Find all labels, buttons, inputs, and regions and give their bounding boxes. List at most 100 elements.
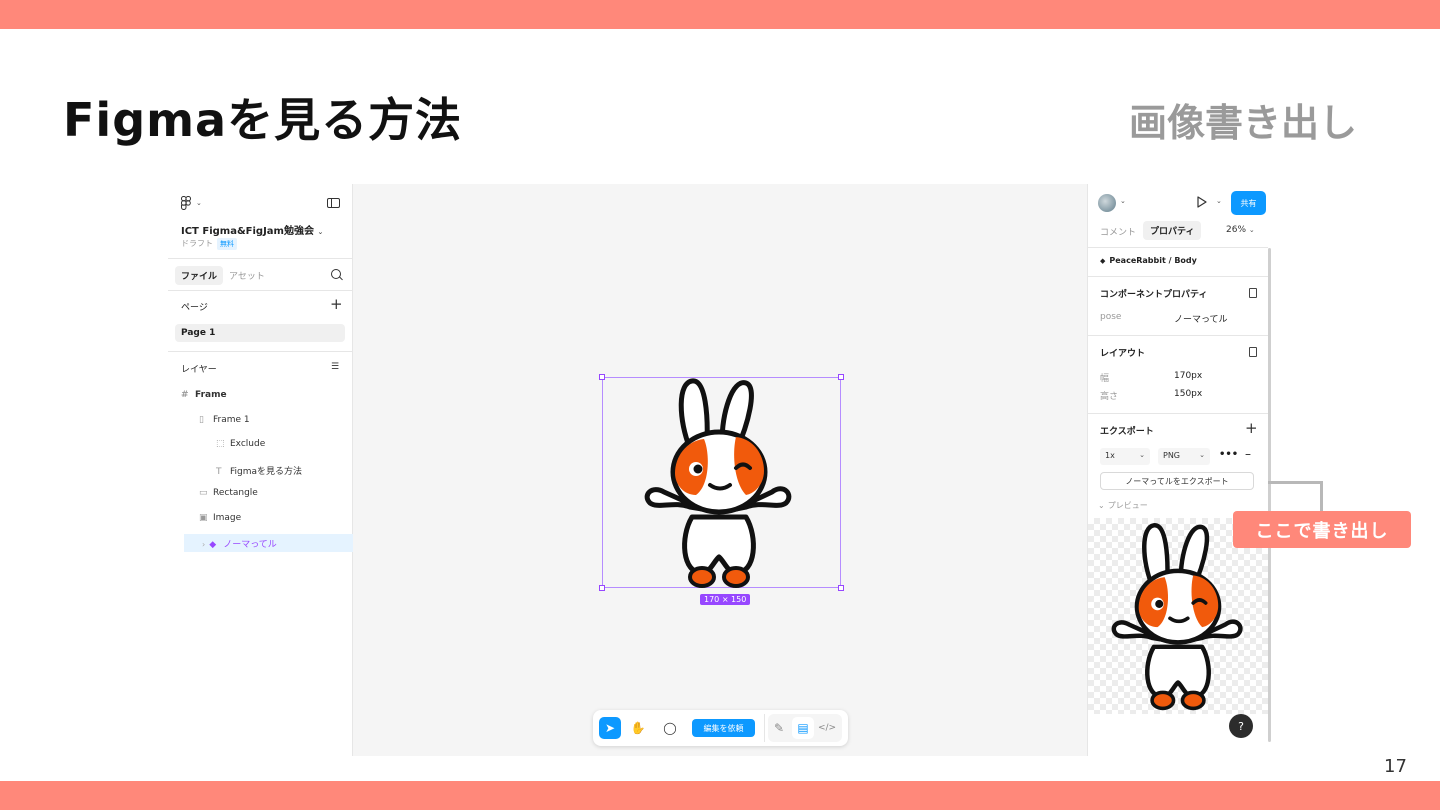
rectangle-icon: ▭: [199, 488, 208, 498]
add-page-plus-icon[interactable]: +: [330, 297, 343, 312]
preview-chevron-icon: ⌄: [1098, 501, 1105, 510]
present-chevron-icon[interactable]: ⌄: [1216, 197, 1222, 205]
mode-toggle-group: ✎ ▤ </>: [768, 714, 842, 742]
toolbar-divider: [764, 714, 765, 742]
request-edit-button[interactable]: 編集を依頼: [692, 719, 755, 737]
figma-window: ⌄ ICT Figma&FigJam勉強会 ⌄ ドラフト 無料 ファイル アセット…: [168, 184, 1272, 756]
layer-item[interactable]: T Figmaを見る方法: [216, 464, 302, 477]
layers-header: レイヤー: [181, 365, 217, 375]
move-tool-icon[interactable]: ➤: [599, 717, 621, 739]
resize-handle[interactable]: [599, 585, 605, 591]
layer-item[interactable]: ▯ Frame 1: [199, 415, 250, 425]
layer-item[interactable]: # Frame: [181, 390, 227, 400]
export-button[interactable]: ノーマってルをエクスポート: [1100, 472, 1254, 490]
share-button[interactable]: 共有: [1231, 191, 1266, 215]
layer-label: Rectangle: [213, 488, 258, 498]
expand-chevron-icon[interactable]: ›: [202, 540, 205, 549]
rabbit-illustration[interactable]: [644, 377, 794, 588]
zoom-value: 26%: [1226, 225, 1247, 235]
bottom-accent-bar: [0, 781, 1440, 810]
layer-label: Figmaを見る方法: [230, 467, 303, 477]
add-export-plus-icon[interactable]: +: [1245, 421, 1258, 436]
preview-label: プレビュー: [1107, 501, 1148, 510]
image-icon: ▣: [199, 513, 208, 523]
hand-tool-icon[interactable]: ✋: [627, 717, 649, 739]
divider: [1088, 276, 1268, 277]
avatar-chevron-icon[interactable]: ⌄: [1120, 197, 1126, 205]
slide-title: Figmaを見る方法: [63, 93, 463, 147]
callout-label: ここで書き出し: [1233, 511, 1411, 548]
layer-item-selected[interactable]: › ◆ ノーマってル: [202, 537, 277, 550]
left-panel: ⌄ ICT Figma&FigJam勉強会 ⌄ ドラフト 無料 ファイル アセット…: [168, 184, 353, 756]
tab-properties[interactable]: プロパティ: [1143, 221, 1202, 240]
resize-handle[interactable]: [599, 374, 605, 380]
file-name-text: ICT Figma&FigJam勉強会: [181, 226, 314, 237]
preview-toggle[interactable]: ⌄ プレビュー: [1098, 500, 1148, 511]
top-accent-bar: [0, 0, 1440, 29]
dev-mode-icon[interactable]: </>: [816, 717, 838, 739]
layer-label: Frame: [195, 390, 227, 400]
search-icon[interactable]: [331, 269, 341, 279]
tab-file[interactable]: ファイル: [175, 266, 224, 285]
help-button[interactable]: ?: [1229, 714, 1253, 738]
figma-logo-icon[interactable]: [181, 196, 191, 210]
prop-pose-value[interactable]: ノーマってル: [1174, 312, 1228, 325]
component-icon: ◆: [1100, 257, 1106, 265]
export-format-value: PNG: [1163, 451, 1181, 460]
draft-label: ドラフト 無料: [181, 238, 237, 250]
text-icon: T: [216, 467, 222, 477]
layer-label: Image: [213, 513, 242, 523]
boolean-icon: ⬚: [216, 439, 225, 449]
height-value[interactable]: 150px: [1174, 389, 1202, 399]
file-name[interactable]: ICT Figma&FigJam勉強会 ⌄: [181, 222, 323, 237]
canvas[interactable]: 170 × 150 ➤ ✋ ◯ 編集を依頼 ✎ ▤ </>: [353, 184, 1087, 756]
divider: [1088, 247, 1268, 248]
layout-title: レイアウト: [1100, 349, 1146, 359]
rabbit-preview-illustration: [1111, 523, 1243, 711]
size-tag: 170 × 150: [700, 594, 751, 605]
width-label: 幅: [1100, 374, 1110, 384]
zoom-level[interactable]: 26% ⌄: [1226, 225, 1255, 235]
divider: [168, 351, 353, 352]
divider: [168, 258, 353, 259]
resize-handle[interactable]: [838, 585, 844, 591]
main-menu-chevron-icon[interactable]: ⌄: [196, 199, 202, 207]
width-value[interactable]: 170px: [1174, 371, 1202, 381]
clipboard-icon[interactable]: [1249, 347, 1257, 357]
zoom-chevron-icon: ⌄: [1248, 226, 1255, 234]
layer-item[interactable]: ▭ Rectangle: [199, 488, 258, 498]
file-menu-chevron-icon[interactable]: ⌄: [317, 228, 323, 236]
draft-text: ドラフト: [181, 239, 213, 248]
layer-item[interactable]: ⬚ Exclude: [216, 439, 265, 449]
component-instance-icon: ◆: [209, 540, 217, 550]
height-label: 高さ: [1100, 392, 1119, 402]
layer-label: Frame 1: [213, 415, 250, 425]
callout-connector-line: [1268, 481, 1323, 513]
export-format-select[interactable]: PNG ⌄: [1158, 448, 1210, 465]
comment-tool-icon[interactable]: ◯: [659, 717, 681, 739]
sidebar-toggle-icon[interactable]: [327, 198, 340, 208]
divider: [1088, 413, 1268, 414]
draw-mode-icon[interactable]: ✎: [768, 717, 790, 739]
present-play-icon[interactable]: [1197, 196, 1207, 208]
format-chevron-icon: ⌄: [1199, 451, 1205, 459]
scale-chevron-icon: ⌄: [1139, 451, 1145, 459]
export-scale-select[interactable]: 1x ⌄: [1100, 448, 1150, 465]
tab-comment[interactable]: コメント: [1100, 225, 1136, 238]
remove-export-minus-icon[interactable]: –: [1245, 447, 1251, 461]
selection-text: PeaceRabbit / Body: [1109, 256, 1197, 265]
resize-handle[interactable]: [838, 374, 844, 380]
avatar[interactable]: [1098, 194, 1116, 212]
autolayout-icon: ▯: [199, 415, 204, 425]
layer-label: ノーマってル: [223, 540, 277, 550]
design-mode-icon[interactable]: ▤: [792, 717, 814, 739]
export-scale-value: 1x: [1105, 451, 1115, 460]
layer-filter-icon[interactable]: ☰: [331, 362, 339, 372]
clipboard-icon[interactable]: [1249, 288, 1257, 298]
layer-item[interactable]: ▣ Image: [199, 513, 241, 523]
export-more-icon[interactable]: •••: [1219, 449, 1238, 460]
tab-assets[interactable]: アセット: [229, 269, 265, 282]
page-item[interactable]: Page 1: [175, 324, 345, 342]
prop-pose-label: pose: [1100, 312, 1122, 322]
pages-header: ページ: [181, 303, 208, 313]
